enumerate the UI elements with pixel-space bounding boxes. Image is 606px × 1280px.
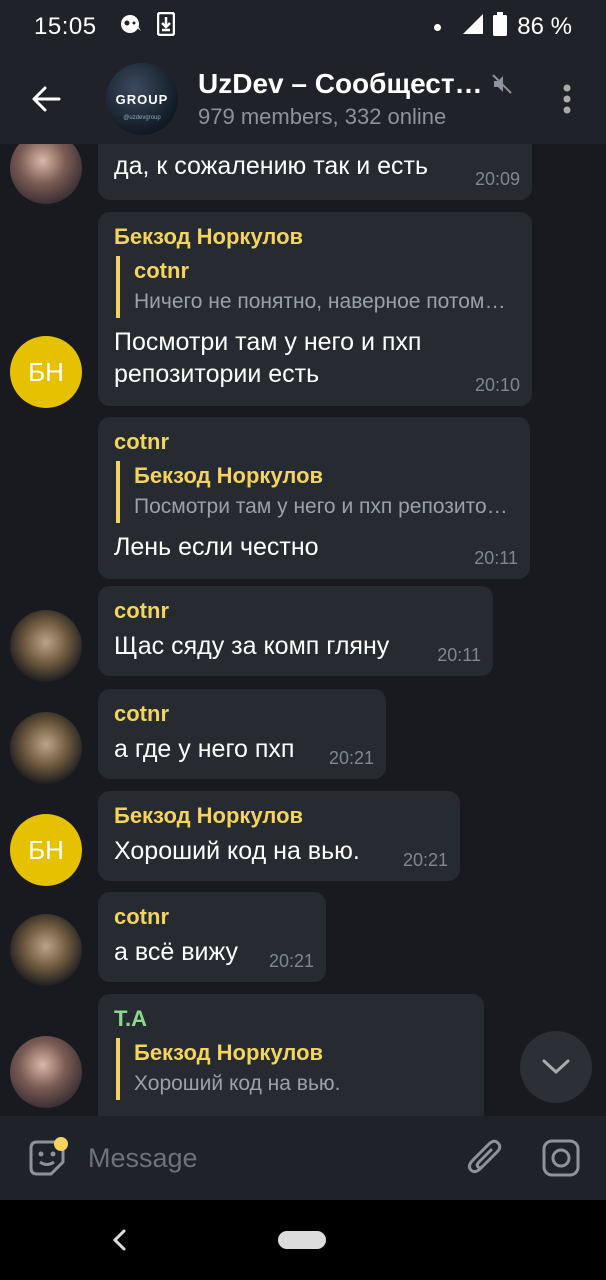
user-avatar[interactable] — [10, 1036, 82, 1108]
reply-sender: cotnr — [134, 258, 189, 283]
avatar-initials-text: БН — [28, 834, 64, 865]
reply-quote[interactable]: cotnr Ничего не понятно, наверное потому… — [116, 256, 516, 318]
chat-title-box[interactable]: UzDev – Сообщест… 979 members, 332 onlin… — [198, 68, 542, 130]
message-bubble[interactable]: cotnr Щас сяду за комп гляну 20:11 — [98, 586, 493, 676]
status-time: 15:05 — [34, 13, 97, 40]
user-avatar[interactable] — [10, 712, 82, 784]
avatar-initials-text: БН — [28, 356, 64, 387]
message-bubble[interactable]: да, к сожалению так и есть 20:09 — [98, 144, 532, 200]
notification-icon — [119, 13, 143, 42]
chevron-left-icon — [112, 1229, 126, 1251]
chevron-down-icon — [542, 1059, 570, 1075]
message-bubble[interactable]: cotnr а всё вижу 20:21 — [98, 892, 326, 982]
status-dot-icon — [434, 23, 442, 31]
message-sender: T.A — [114, 1006, 147, 1031]
camera-button[interactable] — [536, 1133, 586, 1183]
reply-text: Хороший код на вью. — [134, 1072, 341, 1095]
message-text: Лень если честно — [114, 533, 319, 561]
message-bubble[interactable]: T.A Бекзод Норкулов Хороший код на вью. — [98, 994, 484, 1116]
message-sender: cotnr — [114, 598, 169, 623]
reply-text: Посмотри там у него и пхп репозитории ес… — [134, 495, 514, 518]
message-time: 20:21 — [328, 748, 374, 768]
message-time: 20:21 — [268, 951, 314, 971]
message-time: 20:21 — [402, 850, 448, 870]
scroll-to-bottom-button[interactable] — [520, 1031, 592, 1103]
message-sender: cotnr — [114, 701, 169, 726]
new-sticker-dot-icon — [54, 1137, 68, 1151]
message-text: да, к сожалению так и есть — [114, 152, 429, 180]
message-sender: Бекзод Норкулов — [114, 803, 304, 828]
chat-header: GROUP @uzdevgroup UzDev – Сообщест… 979 … — [0, 54, 606, 144]
message-bubble[interactable]: Бекзод Норкулов Хороший код на вью. 20:2… — [98, 791, 460, 881]
sticker-button[interactable] — [22, 1133, 72, 1183]
message-time: 20:09 — [474, 169, 520, 189]
user-avatar-initials[interactable]: БН — [10, 336, 82, 408]
chat-title: UzDev – Сообщест… — [198, 68, 483, 99]
arrow-left-icon — [32, 86, 61, 112]
attach-button[interactable] — [460, 1133, 510, 1183]
user-avatar[interactable] — [10, 144, 82, 204]
group-avatar[interactable]: GROUP @uzdevgroup — [106, 63, 178, 135]
home-pill-button[interactable] — [278, 1231, 326, 1249]
download-icon — [156, 11, 175, 43]
system-nav-bar — [0, 1200, 606, 1280]
reply-text: Ничего не понятно, наверное потому что… — [134, 290, 516, 313]
muted-icon — [491, 73, 513, 95]
reply-quote[interactable]: Бекзод Норкулов Хороший код на вью. — [116, 1038, 468, 1100]
camera-icon — [542, 1139, 580, 1177]
signal-icon — [463, 13, 484, 41]
more-vertical-icon — [563, 84, 571, 114]
member-count: 979 members, 332 online — [198, 104, 447, 129]
message-time: 20:11 — [474, 548, 518, 568]
reply-sender: Бекзод Норкулов — [134, 1040, 324, 1065]
message-time: 20:11 — [437, 645, 481, 665]
system-back-button[interactable] — [104, 1225, 134, 1255]
battery-percent: 86 % — [517, 13, 572, 40]
back-button[interactable] — [14, 67, 78, 131]
battery-icon — [493, 11, 508, 43]
message-input-bar — [0, 1116, 606, 1200]
more-menu-button[interactable] — [542, 67, 592, 131]
group-avatar-text: GROUP — [115, 91, 169, 107]
paperclip-icon — [467, 1139, 502, 1174]
message-time: 20:10 — [474, 375, 520, 395]
message-sender: cotnr — [114, 904, 169, 929]
message-sender: Бекзод Норкулов — [114, 224, 304, 249]
message-text: Посмотри там у него и пхп репозитории ес… — [114, 328, 422, 388]
message-list[interactable]: да, к сожалению так и есть 20:09 БН Бекз… — [0, 144, 606, 1116]
message-bubble[interactable]: Бекзод Норкулов cotnr Ничего не понятно,… — [98, 212, 532, 406]
reply-quote[interactable]: Бекзод Норкулов Посмотри там у него и пх… — [116, 461, 514, 523]
group-avatar-subtext: @uzdevgroup — [123, 115, 161, 121]
message-bubble[interactable]: cotnr Бекзод Норкулов Посмотри там у нег… — [98, 417, 530, 579]
user-avatar[interactable] — [10, 914, 82, 986]
user-avatar[interactable] — [10, 610, 82, 682]
message-bubble[interactable]: cotnr а где у него пхп 20:21 — [98, 689, 386, 779]
message-input[interactable] — [88, 1142, 460, 1174]
message-sender: cotnr — [114, 429, 169, 454]
status-bar: 15:05 86 % — [0, 0, 606, 54]
user-avatar-initials[interactable]: БН — [10, 814, 82, 886]
message-text: Щас сяду за комп гляну — [114, 632, 390, 660]
message-text: Хороший код на вью. — [114, 837, 360, 865]
reply-sender: Бекзод Норкулов — [134, 463, 324, 488]
